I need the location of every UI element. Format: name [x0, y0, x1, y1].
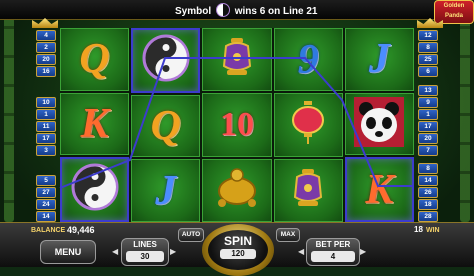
win-message-prefix: Symbol [175, 6, 212, 17]
max-bet-button[interactable]: MAX [276, 228, 300, 242]
reel-symbol-cell [60, 157, 130, 223]
bamboo-decoration-left [4, 0, 14, 222]
reel-symbol-cell [273, 93, 343, 157]
payline-marker[interactable]: 24 [36, 199, 56, 210]
reel-4: 9 [273, 28, 343, 222]
payline-marker[interactable]: 28 [418, 211, 438, 222]
card-symbol-j: J [368, 36, 390, 83]
payline-marker[interactable]: 5 [36, 175, 56, 186]
spin-button[interactable]: SPIN 120 [208, 230, 268, 270]
reel-symbol-cell: J [131, 159, 201, 223]
card-symbol-k: K [365, 166, 394, 213]
lines-selector[interactable]: LINES 30 [121, 238, 169, 266]
payline-marker[interactable]: 17 [36, 132, 56, 144]
payline-marker[interactable]: 8 [418, 163, 438, 174]
reel-symbol-cell: J [344, 28, 415, 91]
payline-marker[interactable]: 27 [36, 187, 56, 198]
logo-line-2: Panda [444, 13, 463, 19]
vase-icon [283, 163, 333, 218]
bet-per-line-selector[interactable]: BET PER 4 [306, 238, 360, 266]
reel-symbol-cell: K [60, 92, 130, 156]
lantern-icon [283, 97, 333, 152]
card-symbol-10: 10 [220, 105, 254, 143]
reel-symbol-cell: 10 [202, 93, 272, 157]
vase-icon [212, 32, 262, 87]
payline-marker[interactable]: 9 [418, 96, 438, 108]
reel-symbol-cell: K [344, 157, 415, 223]
yin-yang-icon [142, 34, 190, 87]
lines-increase-arrow-icon[interactable]: ▶ [170, 247, 176, 256]
payline-marker[interactable]: 2 [36, 42, 56, 53]
payline-marker[interactable]: 20 [418, 132, 438, 144]
payline-marker[interactable]: 16 [36, 66, 56, 77]
card-symbol-q: Q [79, 36, 110, 83]
card-symbol-q: Q [150, 103, 181, 149]
message-bar: Symbol wins 6 on Line 21 [0, 0, 474, 20]
menu-button[interactable]: MENU [40, 240, 96, 264]
game-logo: Golden Panda [434, 0, 474, 24]
reel-grid: Q K Q J 10 9 J K [60, 28, 415, 223]
reel-symbol-cell: 9 [273, 28, 343, 92]
balance-label: BALANCE [31, 227, 66, 234]
payline-marker[interactable]: 14 [418, 175, 438, 186]
payline-marker[interactable]: 17 [418, 120, 438, 132]
card-symbol-9: 9 [297, 36, 319, 83]
bet-increase-arrow-icon[interactable]: ▶ [360, 247, 366, 256]
payline-marker[interactable]: 10 [36, 96, 56, 108]
bamboo-decoration-right [460, 0, 470, 222]
spin-label: SPIN [223, 234, 252, 248]
card-symbol-j: J [155, 167, 177, 214]
lines-decrease-arrow-icon[interactable]: ◀ [112, 247, 118, 256]
bet-per-label: BET PER [315, 240, 351, 249]
payline-marker[interactable]: 6 [418, 66, 438, 77]
reel-1: QK [60, 28, 130, 223]
payline-marker[interactable]: 14 [36, 211, 56, 222]
payline-marker[interactable]: 3 [36, 144, 56, 156]
panda-icon [354, 96, 405, 152]
payline-marker[interactable]: 1 [418, 108, 438, 120]
lines-label: LINES [133, 240, 157, 249]
payline-marker[interactable]: 11 [36, 120, 56, 132]
lines-value: 30 [126, 251, 164, 262]
payline-marker[interactable]: 4 [36, 30, 56, 41]
payline-marker[interactable]: 7 [418, 144, 438, 156]
win-message: Symbol wins 6 on Line 21 [175, 3, 335, 17]
reel-symbol-cell [344, 92, 415, 156]
bet-per-value: 4 [311, 251, 355, 262]
payline-marker[interactable]: 26 [418, 187, 438, 198]
payline-marker[interactable]: 12 [418, 30, 438, 41]
golden-turtle-icon [212, 163, 262, 218]
reel-symbol-cell [273, 158, 343, 222]
win-message-text: wins 6 on Line 21 [234, 6, 318, 17]
bet-decrease-arrow-icon[interactable]: ◀ [298, 247, 304, 256]
reel-symbol-cell [202, 158, 272, 222]
win-count-label: WIN [426, 227, 440, 234]
yin-yang-icon [215, 3, 230, 17]
reel-2: QJ [131, 28, 201, 223]
reel-5: JK [344, 28, 415, 223]
payline-marker[interactable]: 8 [418, 42, 438, 53]
card-symbol-k: K [80, 101, 109, 147]
payline-marker[interactable]: 20 [36, 54, 56, 65]
reel-symbol-cell: Q [60, 28, 130, 91]
payline-marker[interactable]: 13 [418, 84, 438, 96]
reel-symbol-cell [202, 28, 272, 92]
balance-value: 49,446 [67, 225, 95, 235]
payline-marker[interactable]: 1 [36, 108, 56, 120]
payline-marker[interactable]: 18 [418, 199, 438, 210]
reel-symbol-cell: Q [131, 94, 201, 158]
logo-line-1: Golden [443, 3, 465, 9]
payline-indicators-left: 4 2 20 16 10 1 11 17 3 5 27 24 14 [36, 30, 56, 222]
yin-yang-icon [71, 163, 119, 216]
total-bet-value: 120 [220, 249, 256, 259]
payline-indicators-right: 12 8 25 6 13 9 1 17 20 7 8 14 26 18 28 [418, 30, 438, 222]
auto-button[interactable]: AUTO [178, 228, 204, 242]
win-count-value: 18 [414, 225, 423, 234]
reel-symbol-cell [131, 28, 201, 93]
payline-marker[interactable]: 25 [418, 54, 438, 65]
reel-3: 10 [202, 28, 272, 222]
